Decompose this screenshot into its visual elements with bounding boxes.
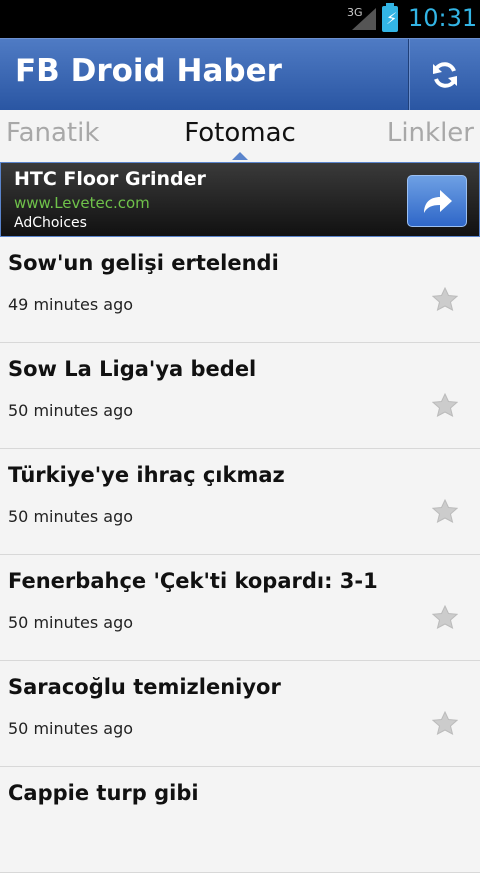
article-title[interactable]: Saracoğlu temizleniyor	[8, 675, 281, 699]
action-bar: FB Droid Haber	[0, 38, 480, 111]
tab-fanatik[interactable]: Fanatik	[6, 118, 99, 148]
star-icon[interactable]	[432, 393, 458, 417]
article-title[interactable]: Fenerbahçe 'Çek'ti kopardı: 3-1	[8, 569, 378, 593]
ad-go-button[interactable]	[407, 175, 467, 227]
star-icon[interactable]	[432, 605, 458, 629]
list-item[interactable]: Fenerbahçe 'Çek'ti kopardı: 3-1 50 minut…	[0, 555, 480, 661]
list-item[interactable]: Cappie turp gibi	[0, 767, 480, 873]
star-icon[interactable]	[432, 711, 458, 735]
tab-linkler[interactable]: Linkler	[387, 118, 474, 148]
article-time: 50 minutes ago	[8, 507, 134, 526]
refresh-button[interactable]	[408, 39, 480, 111]
tab-indicator	[232, 152, 248, 160]
article-time: 50 minutes ago	[8, 401, 134, 420]
article-title[interactable]: Sow La Liga'ya bedel	[8, 357, 256, 381]
clock: 10:31	[408, 4, 478, 32]
ad-banner[interactable]: HTC Floor Grinder www.Levetec.com AdChoi…	[0, 162, 480, 237]
ad-url[interactable]: www.Levetec.com	[14, 194, 150, 212]
article-time: 50 minutes ago	[8, 719, 134, 738]
star-icon[interactable]	[432, 499, 458, 523]
article-title[interactable]: Sow'un gelişi ertelendi	[8, 251, 279, 275]
article-title[interactable]: Cappie turp gibi	[8, 781, 199, 805]
list-item[interactable]: Sow La Liga'ya bedel 50 minutes ago	[0, 343, 480, 449]
article-title[interactable]: Türkiye'ye ihraç çıkmaz	[8, 463, 285, 487]
list-item[interactable]: Sow'un gelişi ertelendi 49 minutes ago	[0, 237, 480, 343]
ad-choices[interactable]: AdChoices	[14, 215, 87, 231]
article-time: 50 minutes ago	[8, 613, 134, 632]
app-title: FB Droid Haber	[15, 53, 282, 89]
star-icon[interactable]	[432, 287, 458, 311]
share-arrow-icon	[424, 190, 452, 213]
article-list: Sow'un gelişi ertelendi 49 minutes ago S…	[0, 237, 480, 873]
article-time: 49 minutes ago	[8, 295, 134, 314]
list-item[interactable]: Türkiye'ye ihraç çıkmaz 50 minutes ago	[0, 449, 480, 555]
status-bar: 3G ⚡ 10:31	[0, 0, 480, 38]
ad-headline[interactable]: HTC Floor Grinder	[14, 168, 206, 190]
battery-icon: ⚡	[382, 3, 398, 32]
signal-icon	[352, 8, 376, 30]
refresh-icon	[433, 62, 457, 88]
list-item[interactable]: Saracoğlu temizleniyor 50 minutes ago	[0, 661, 480, 767]
